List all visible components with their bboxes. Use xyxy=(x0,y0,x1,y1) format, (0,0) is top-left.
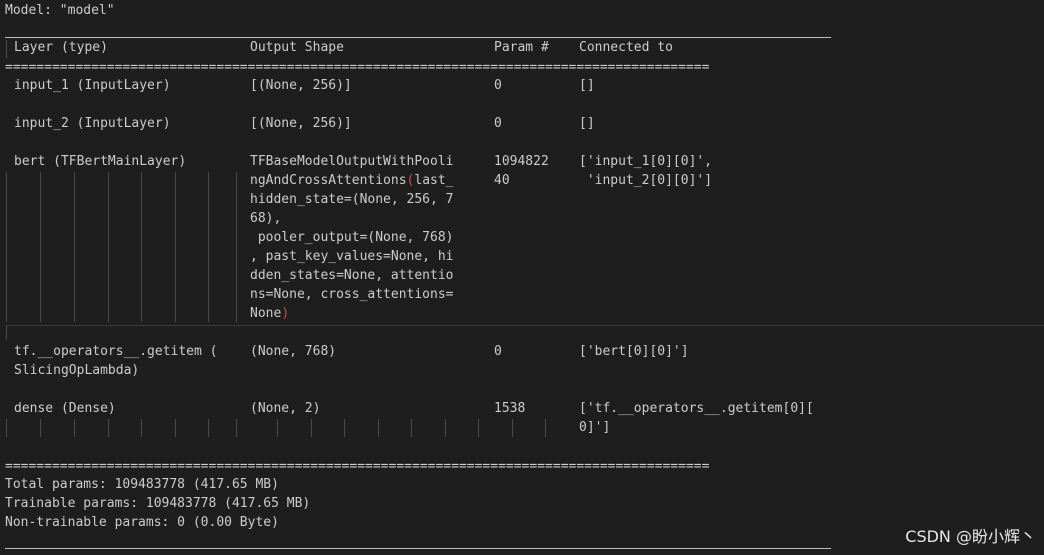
connected-to: ['bert[0][0]'] xyxy=(579,344,689,359)
layer-name-line: SlicingOpLambda) xyxy=(14,363,140,378)
output-shape-line: None) xyxy=(250,306,290,321)
output-shape-line: ngAndCrossAttentions(last_ xyxy=(250,173,454,188)
total-params: Total params: 109483778 (417.65 MB) xyxy=(5,477,279,492)
layer-name: input_1 (InputLayer) xyxy=(14,78,171,93)
footer-double-rule: ========================================… xyxy=(5,459,710,474)
output-shape: [(None, 256)] xyxy=(250,78,352,93)
trainable-params: Trainable params: 109483778 (417.65 MB) xyxy=(5,496,311,511)
output-shape: [(None, 256)] xyxy=(250,116,352,131)
non-trainable-params: Non-trainable params: 0 (0.00 Byte) xyxy=(5,515,279,530)
header-layer-type: Layer (type) xyxy=(14,40,108,55)
param-count: 0 xyxy=(494,344,502,359)
output-shape-line: TFBaseModelOutputWithPooli xyxy=(250,154,454,169)
close-paren: ) xyxy=(281,306,290,321)
column-divider xyxy=(6,40,7,58)
connected-to: [] xyxy=(579,116,595,131)
row-separator xyxy=(5,325,1044,326)
layer-name: dense (Dense) xyxy=(14,401,116,416)
param-count: 0 xyxy=(494,116,502,131)
output-shape: (None, 2) xyxy=(250,401,321,416)
param-count: 0 xyxy=(494,78,502,93)
top-rule xyxy=(5,37,831,38)
output-shape: (None, 768) xyxy=(250,344,337,359)
header-output-shape: Output Shape xyxy=(250,40,344,55)
param-count: 1538 xyxy=(494,401,526,416)
header-double-rule: ========================================… xyxy=(5,60,710,75)
model-title: Model: "model" xyxy=(5,3,115,18)
csdn-watermark: CSDN @盼小辉丶 xyxy=(905,527,1036,546)
layer-name: input_2 (InputLayer) xyxy=(14,116,171,131)
output-shape-line: dden_states=None, attentio xyxy=(250,268,454,283)
layer-name-line: tf.__operators__.getitem ( xyxy=(14,344,218,359)
header-param-count: Param # xyxy=(494,40,549,55)
connected-to: [] xyxy=(579,78,595,93)
output-shape-line: hidden_state=(None, 256, 7 xyxy=(250,192,454,207)
connected-to-line: 'input_2[0][0]'] xyxy=(579,173,713,188)
output-shape-line: pooler_output=(None, 768) xyxy=(250,230,454,245)
output-shape-line: , past_key_values=None, hi xyxy=(250,249,454,264)
column-divider xyxy=(6,326,7,340)
output-shape-line: ns=None, cross_attentions= xyxy=(250,287,454,302)
connected-to-line: 0]'] xyxy=(579,420,611,435)
connected-to-line: ['input_1[0][0]', xyxy=(579,154,713,169)
layer-name: bert (TFBertMainLayer) xyxy=(14,154,187,169)
output-shape-line: 68), xyxy=(250,211,282,226)
bottom-rule xyxy=(5,548,831,549)
param-count-line: 1094822 xyxy=(494,154,549,169)
header-connected-to: Connected to xyxy=(579,40,673,55)
param-count-line: 40 xyxy=(494,173,510,188)
connected-to-line: ['tf.__operators__.getitem[0][ xyxy=(579,401,814,416)
